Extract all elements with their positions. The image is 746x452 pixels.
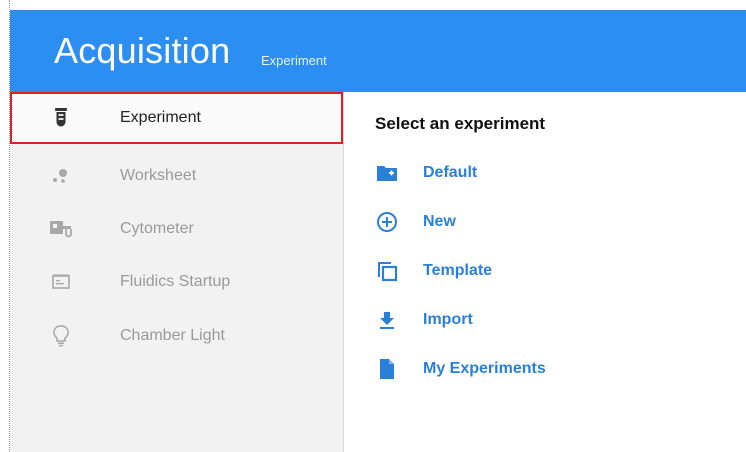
- action-label: Template: [423, 262, 493, 279]
- template-link[interactable]: Template: [372, 257, 732, 285]
- app-subtitle: Experiment: [261, 53, 327, 68]
- import-link[interactable]: Import: [372, 306, 732, 334]
- app-header: Acquisition Experiment: [10, 10, 746, 92]
- sidebar-item-label: Fluidics Startup: [120, 273, 231, 290]
- fluidics-icon: [50, 271, 72, 293]
- download-icon: [375, 308, 399, 332]
- app-title: Acquisition: [54, 30, 231, 71]
- circle-plus-icon: [375, 210, 399, 234]
- cytometer-icon: [50, 218, 72, 240]
- sidebar-item-label: Chamber Light: [120, 327, 225, 344]
- sidebar-item-worksheet[interactable]: Worksheet: [10, 150, 343, 202]
- action-label: New: [423, 213, 456, 230]
- sidebar-item-label: Worksheet: [120, 167, 197, 184]
- copy-icon: [375, 259, 399, 283]
- new-experiment-link[interactable]: New: [372, 208, 732, 236]
- sidebar-item-cytometer[interactable]: Cytometer: [10, 203, 343, 255]
- sidebar: Experiment Worksheet Cytometer Fluidics …: [10, 92, 344, 452]
- sidebar-item-label: Cytometer: [120, 220, 194, 237]
- page-title: Select an experiment: [375, 114, 546, 133]
- sidebar-item-chamber-light[interactable]: Chamber Light: [10, 310, 343, 362]
- sidebar-item-label: Experiment: [120, 109, 201, 126]
- lightbulb-icon: [50, 325, 72, 347]
- sidebar-item-experiment[interactable]: Experiment: [10, 92, 343, 144]
- action-label: My Experiments: [423, 360, 546, 377]
- my-experiments-link[interactable]: My Experiments: [372, 355, 732, 383]
- document-icon: [375, 357, 399, 381]
- sidebar-item-fluidics-startup[interactable]: Fluidics Startup: [10, 256, 343, 308]
- folder-plus-icon: [375, 161, 399, 185]
- action-label: Default: [423, 164, 478, 181]
- action-label: Import: [423, 311, 473, 328]
- test-tube-icon: [50, 107, 72, 129]
- scatter-dots-icon: [50, 165, 72, 187]
- default-experiment-link[interactable]: Default: [372, 159, 732, 187]
